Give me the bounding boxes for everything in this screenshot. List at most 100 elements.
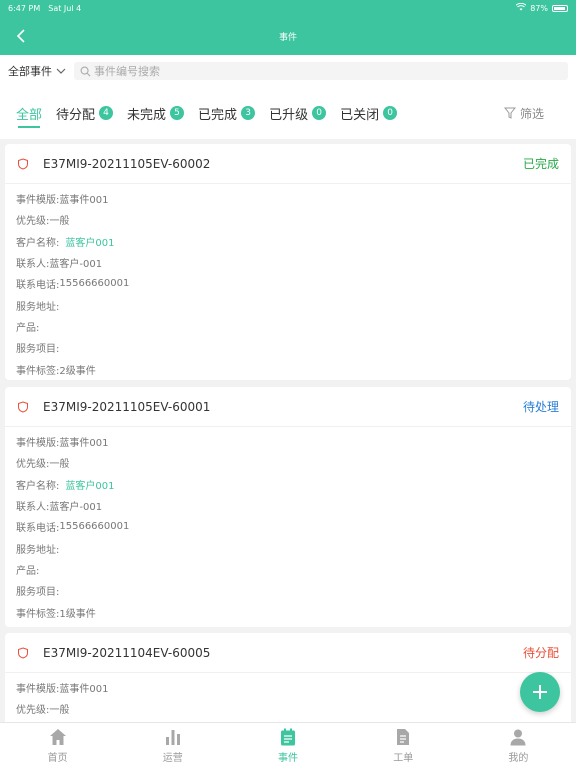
field-value: 蓝客户-001 [49,502,103,514]
event-status: 待处理 [522,400,559,414]
home-icon [49,729,66,745]
field-address: 服务地址: [16,294,560,315]
tab-completed[interactable]: 已完成 3 [198,87,256,139]
event-card-header: E37MI9-20211105EV-60001 待处理 [5,387,571,427]
field-label: 客户名称: [16,237,60,249]
field-value: 一般 [49,216,70,228]
document-icon [397,729,410,745]
tab-label: 已升级 [269,107,309,123]
wifi-icon [515,2,527,14]
add-event-button[interactable] [520,672,560,712]
field-phone: 联系电话: 15566660001 [16,516,560,537]
search-icon [80,66,91,76]
field-value: 一般 [49,705,70,717]
field-address: 服务地址: [16,537,560,558]
event-code: E37MI9-20211104EV-60005 [43,645,211,660]
chevron-left-icon [16,29,25,43]
tab-label: 未完成 [127,107,167,123]
field-label: 优先级: [16,459,50,471]
chevron-down-icon [56,68,66,74]
event-card[interactable]: E37MI9-20211105EV-60001 待处理 事件模版: 蓝事件001 … [5,387,571,627]
status-date: Sat Jul 4 [48,4,82,13]
field-customer: 客户名称: 蓝客户001 [16,474,560,495]
field-label: 联系人: [16,502,50,514]
customer-link[interactable]: 蓝客户001 [65,477,114,492]
field-label: 事件模版: [16,438,60,450]
status-bar: 6:47 PM Sat Jul 4 87% [0,0,576,17]
field-template: 事件模版: 蓝事件001 [16,431,560,452]
field-label: 事件模版: [16,195,60,207]
event-type-dropdown[interactable]: 全部事件 [8,63,74,79]
tabbar-label: 运营 [162,753,183,764]
tabbar-label: 工单 [393,753,414,764]
field-contact: 联系人: 蓝客户-001 [16,252,560,273]
field-value: 一般 [49,459,70,471]
field-label: 服务地址: [16,544,60,556]
search-input[interactable]: 事件编号搜索 [74,62,568,80]
field-value: 1级事件 [59,608,96,620]
field-tag: 事件标签: 1级事件 [16,601,560,622]
event-card-header: E37MI9-20211105EV-60002 已完成 [5,144,571,184]
event-status: 待分配 [522,646,559,660]
tabbar-label: 我的 [508,753,529,764]
field-label: 服务项目: [16,344,60,356]
status-tabs: 全部 待分配 4 未完成 5 已完成 3 已升级 0 已关闭 0 筛选 [0,87,576,139]
tab-label: 已完成 [198,107,238,123]
tabbar-item-operations[interactable]: 运营 [115,723,230,768]
event-code: E37MI9-20211105EV-60001 [43,399,211,414]
back-button[interactable] [10,25,32,47]
tab-escalated[interactable]: 已升级 0 [269,87,327,139]
customer-link[interactable]: 蓝客户001 [65,234,114,249]
nav-bar: 事件 [0,17,576,55]
event-fields: 事件模版: 蓝事件001 优先级: 一般 客户名称: 蓝客户001 联系人: 蓝客户-0… [5,427,571,627]
tabbar-item-me[interactable]: 我的 [461,723,576,768]
field-phone: 联系电话: 15566660001 [16,273,560,294]
count-badge: 5 [170,106,185,120]
field-label: 客户名称: [16,480,60,492]
field-label: 联系电话: [16,523,60,535]
field-value: 蓝事件001 [59,438,109,450]
tab-unassigned[interactable]: 待分配 4 [56,87,114,139]
search-placeholder: 事件编号搜索 [94,65,160,78]
shield-icon [18,646,28,659]
field-template: 事件模版: 蓝事件001 [16,188,560,209]
field-priority: 优先级: 一般 [16,452,560,473]
event-status: 已完成 [522,157,559,171]
field-label: 产品: [16,322,40,334]
status-time: 6:47 PM [8,4,41,13]
page-title: 事件 [278,32,297,43]
field-contact: 联系人: 蓝客户-001 [16,495,560,516]
tab-incomplete[interactable]: 未完成 5 [127,87,185,139]
event-fields: 事件模版: 蓝事件001 优先级: 一般 [5,673,571,722]
field-label: 联系电话: [16,280,60,292]
tab-all[interactable]: 全部 [16,87,42,139]
count-badge: 0 [312,106,327,120]
shield-icon [18,157,28,170]
chart-icon [165,730,180,745]
tabbar-item-events[interactable]: 事件 [230,723,345,768]
tabbar-label: 首页 [47,753,68,764]
field-label: 服务地址: [16,301,60,313]
plus-icon [533,685,547,699]
count-badge: 4 [99,106,114,120]
tabbar-label: 事件 [278,753,298,764]
field-label: 事件标签: [16,365,60,377]
field-service-item: 服务项目: [16,580,560,601]
event-card[interactable]: E37MI9-20211104EV-60005 待分配 事件模版: 蓝事件001 … [5,633,571,722]
field-priority: 优先级: 一般 [16,698,560,719]
field-template: 事件模版: 蓝事件001 [16,677,560,698]
field-value: 2级事件 [59,365,96,377]
filter-button[interactable]: 筛选 [503,87,544,139]
field-tag: 事件标签: 2级事件 [16,358,560,379]
event-card[interactable]: E37MI9-20211105EV-60002 已完成 事件模版: 蓝事件001 … [5,144,571,380]
event-code: E37MI9-20211105EV-60002 [43,156,211,171]
field-priority: 优先级: 一般 [16,209,560,230]
field-value: 蓝事件001 [59,195,109,207]
tab-label: 已关闭 [340,107,380,123]
tabbar-item-workorders[interactable]: 工单 [346,723,461,768]
field-product: 产品: [16,559,560,580]
tab-closed[interactable]: 已关闭 0 [340,87,398,139]
tab-label: 待分配 [56,107,96,123]
tabbar-item-home[interactable]: 首页 [0,723,115,768]
field-label: 事件模版: [16,684,60,696]
